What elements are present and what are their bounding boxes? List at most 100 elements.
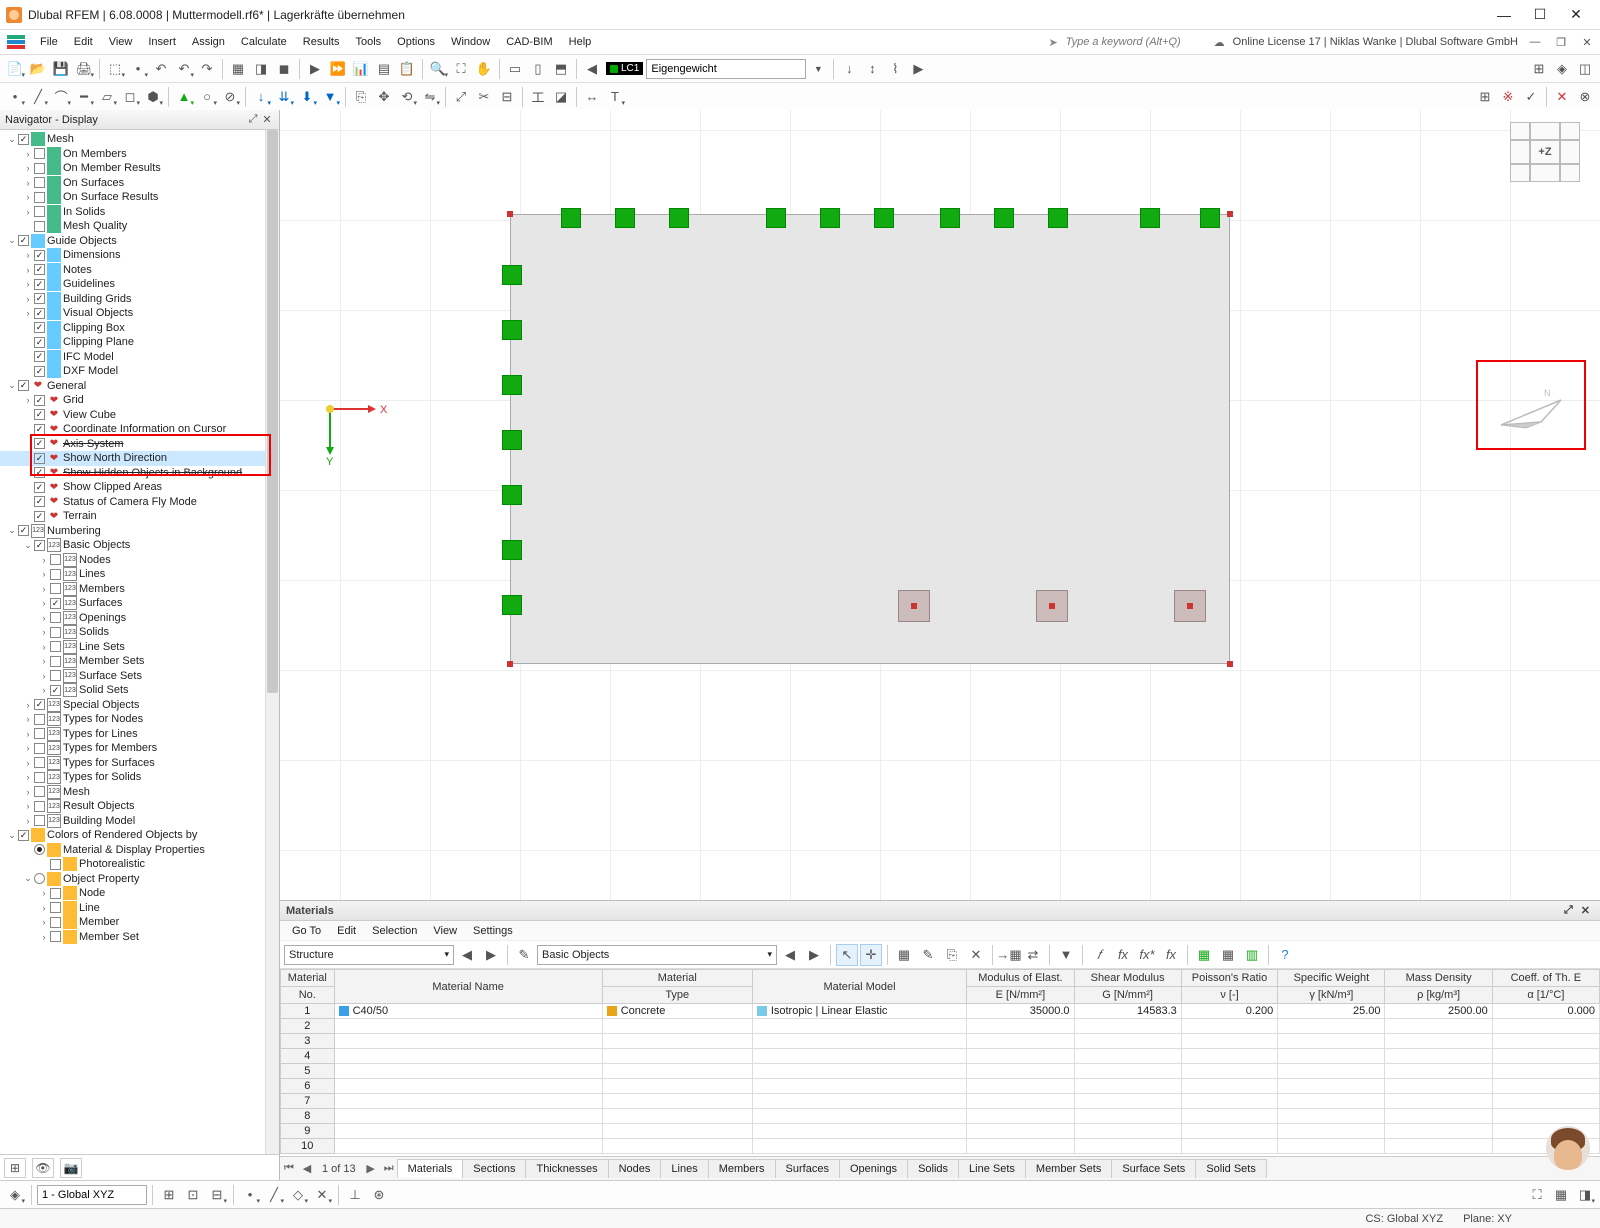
mat-go-next[interactable]: ▶ bbox=[803, 944, 825, 966]
tabs-next[interactable]: ▶ bbox=[362, 1162, 380, 1175]
mat-help[interactable]: ? bbox=[1274, 944, 1296, 966]
save-button[interactable]: 💾 bbox=[50, 58, 72, 80]
support-node[interactable] bbox=[502, 375, 522, 395]
materials-close[interactable]: ✕ bbox=[1577, 904, 1594, 917]
tree-item[interactable]: ›123Nodes bbox=[0, 553, 279, 568]
tree-item[interactable]: ⌄123Basic Objects bbox=[0, 538, 279, 553]
support-avatar[interactable] bbox=[1546, 1126, 1590, 1170]
sb-snap-mid[interactable]: ◇ bbox=[287, 1184, 309, 1206]
mat-export[interactable]: ▦ bbox=[1193, 944, 1215, 966]
mat-tab-surface-sets[interactable]: Surface Sets bbox=[1111, 1159, 1196, 1178]
support-node[interactable] bbox=[940, 208, 960, 228]
copy-tool[interactable]: ⎘ bbox=[350, 86, 372, 108]
open-button[interactable]: 📂 bbox=[27, 58, 49, 80]
view-cube[interactable]: +Z bbox=[1510, 122, 1580, 182]
sb-snap-line[interactable]: ╱ bbox=[263, 1184, 285, 1206]
tree-item[interactable]: ›On Member Results bbox=[0, 161, 279, 176]
menu-assign[interactable]: Assign bbox=[184, 33, 233, 51]
redo-button[interactable]: ↷ bbox=[196, 58, 218, 80]
undo-history[interactable]: ↶ bbox=[173, 58, 195, 80]
tree-item[interactable]: ⌄Guide Objects bbox=[0, 234, 279, 249]
tree-item[interactable]: ›123Lines bbox=[0, 567, 279, 582]
support-alt[interactable] bbox=[1036, 590, 1068, 622]
support-node[interactable] bbox=[874, 208, 894, 228]
arc-create[interactable]: ⌒ bbox=[50, 86, 72, 108]
support-node[interactable] bbox=[1140, 208, 1160, 228]
sb-polar[interactable]: ⊛ bbox=[368, 1184, 390, 1206]
mat-tab-lines[interactable]: Lines bbox=[660, 1159, 708, 1178]
mat-goto-row[interactable]: →▦ bbox=[998, 944, 1020, 966]
model-check[interactable]: ✓ bbox=[1520, 86, 1542, 108]
rotate-tool[interactable]: ⟲ bbox=[396, 86, 418, 108]
zoom-button[interactable]: 🔍 bbox=[427, 58, 449, 80]
hinge-create[interactable]: ○ bbox=[196, 86, 218, 108]
tree-item[interactable]: ›123Solid Sets bbox=[0, 683, 279, 698]
mat-import[interactable]: ▦ bbox=[1217, 944, 1239, 966]
tree-item[interactable]: DXF Model bbox=[0, 364, 279, 379]
tree-item[interactable]: ›123Surfaces bbox=[0, 596, 279, 611]
support-node[interactable] bbox=[502, 485, 522, 505]
tree-item[interactable]: Clipping Box bbox=[0, 321, 279, 336]
materials-structure-dd[interactable]: Structure▾ bbox=[284, 945, 454, 965]
support-alt[interactable] bbox=[898, 590, 930, 622]
support-node[interactable] bbox=[502, 265, 522, 285]
calc-button[interactable]: ▶ bbox=[304, 58, 326, 80]
mirror-tool[interactable]: ⇋ bbox=[419, 86, 441, 108]
load-line[interactable]: ⇊ bbox=[273, 86, 295, 108]
tree-item[interactable]: ›Visual Objects bbox=[0, 306, 279, 321]
tree-item[interactable]: ›Notes bbox=[0, 263, 279, 278]
menu-calculate[interactable]: Calculate bbox=[233, 33, 295, 51]
trim-tool[interactable]: ✂ bbox=[473, 86, 495, 108]
tree-item[interactable]: ›In Solids bbox=[0, 205, 279, 220]
model-canvas[interactable]: X Y +Z bbox=[280, 110, 1600, 900]
keyword-search[interactable] bbox=[1066, 36, 1206, 48]
mat-fx[interactable]: fx bbox=[1112, 944, 1134, 966]
support-node[interactable] bbox=[502, 595, 522, 615]
mat-del-row[interactable]: ✕ bbox=[965, 944, 987, 966]
tree-item[interactable]: ⌄123Numbering bbox=[0, 524, 279, 539]
calc-all-button[interactable]: ⏩ bbox=[327, 58, 349, 80]
view-y-button[interactable]: ▯ bbox=[527, 58, 549, 80]
mat-pick-tool[interactable]: ✛ bbox=[860, 944, 882, 966]
support-create[interactable]: ▲ bbox=[173, 86, 195, 108]
materials-pin[interactable]: ⤢ bbox=[1560, 904, 1577, 917]
prev-lc-button[interactable]: ◀ bbox=[581, 58, 603, 80]
tree-item[interactable]: ›123Special Objects bbox=[0, 698, 279, 713]
load-case-dropdown[interactable] bbox=[646, 59, 806, 79]
text-tool[interactable]: T bbox=[604, 86, 626, 108]
tree-item[interactable]: ›123Types for Lines bbox=[0, 727, 279, 742]
tree-item[interactable]: ⌄Colors of Rendered Objects by bbox=[0, 828, 279, 843]
tree-item[interactable]: ⌄❤General bbox=[0, 379, 279, 394]
menu-view[interactable]: View bbox=[101, 33, 141, 51]
mat-fxs[interactable]: fx* bbox=[1136, 944, 1158, 966]
tree-item[interactable]: ›On Members bbox=[0, 147, 279, 162]
mesh-settings[interactable]: ⊞ bbox=[1474, 86, 1496, 108]
tree-item[interactable]: ›123Mesh bbox=[0, 785, 279, 800]
tabs-last[interactable]: ⏭ bbox=[380, 1162, 398, 1175]
results-button[interactable]: 📊 bbox=[350, 58, 372, 80]
show-loads-button[interactable]: ↓ bbox=[838, 58, 860, 80]
mat-menu-selection[interactable]: Selection bbox=[364, 923, 425, 939]
sb-btn-3[interactable]: ⊟ bbox=[206, 1184, 228, 1206]
mat-fxc[interactable]: fx bbox=[1160, 944, 1182, 966]
navigator-close[interactable]: ✕ bbox=[260, 113, 274, 126]
tree-item[interactable]: ›Dimensions bbox=[0, 248, 279, 263]
menu-window[interactable]: Window bbox=[443, 33, 498, 51]
support-node[interactable] bbox=[1200, 208, 1220, 228]
mat-tab-solid-sets[interactable]: Solid Sets bbox=[1195, 1159, 1267, 1178]
mini-minimize[interactable]: — bbox=[1526, 36, 1544, 48]
tables-button[interactable]: ▤ bbox=[373, 58, 395, 80]
mat-select-tool[interactable]: ↖ bbox=[836, 944, 858, 966]
tree-item[interactable]: ›123Building Model bbox=[0, 814, 279, 829]
tree-item[interactable]: ❤Status of Camera Fly Mode bbox=[0, 495, 279, 510]
tree-item[interactable]: ›123Member Sets bbox=[0, 654, 279, 669]
app-menu-icon[interactable] bbox=[4, 32, 28, 52]
print-button[interactable]: 🖨 bbox=[73, 58, 95, 80]
tree-item[interactable]: ❤Show Hidden Objects in Background bbox=[0, 466, 279, 481]
tree-item[interactable]: ❤View Cube bbox=[0, 408, 279, 423]
tree-item[interactable]: ›123Openings bbox=[0, 611, 279, 626]
tree-item[interactable]: ›123Members bbox=[0, 582, 279, 597]
nav-data-tab[interactable]: ⊞ bbox=[4, 1158, 26, 1178]
tree-item[interactable]: ›Node bbox=[0, 886, 279, 901]
coord-system-dd[interactable] bbox=[37, 1185, 147, 1205]
